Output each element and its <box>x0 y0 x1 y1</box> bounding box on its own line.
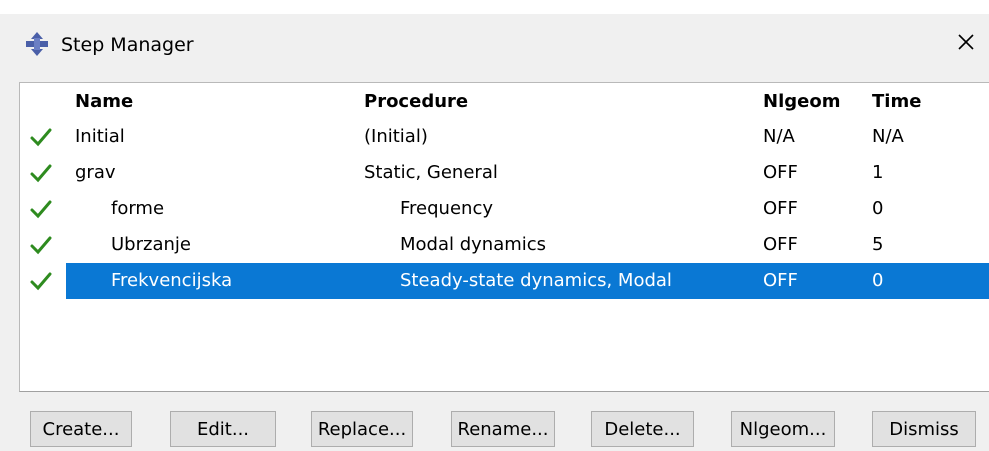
step-nlgeom: OFF <box>763 198 798 219</box>
create-button[interactable]: Create... <box>30 411 132 447</box>
step-name: Initial <box>75 126 125 147</box>
step-time: 1 <box>872 162 884 183</box>
close-icon <box>957 33 975 55</box>
step-name: grav <box>75 162 116 183</box>
check-icon <box>28 124 54 150</box>
step-manager-icon <box>24 31 50 57</box>
delete-button[interactable]: Delete... <box>591 411 694 447</box>
check-icon <box>28 196 54 222</box>
nlgeom-button[interactable]: Nlgeom... <box>731 411 835 447</box>
table-row[interactable]: Initial (Initial) N/A N/A <box>20 119 989 155</box>
step-time: 5 <box>872 234 884 255</box>
table-row-selected[interactable]: Frekvencijska Steady-state dynamics, Mod… <box>20 263 989 299</box>
column-header-nlgeom[interactable]: Nlgeom <box>763 90 840 114</box>
column-header-time[interactable]: Time <box>872 90 921 114</box>
close-button[interactable] <box>948 26 984 62</box>
table-header: Name Procedure Nlgeom Time <box>20 83 989 119</box>
check-icon <box>28 232 54 258</box>
check-icon <box>28 160 54 186</box>
rename-button[interactable]: Rename... <box>451 411 555 447</box>
step-nlgeom: OFF <box>763 234 798 255</box>
table-row[interactable]: grav Static, General OFF 1 <box>20 155 989 191</box>
top-strip <box>0 0 989 14</box>
edit-button[interactable]: Edit... <box>170 411 276 447</box>
step-manager-dialog: Step Manager Name Procedure Nlgeom Time … <box>0 14 989 451</box>
step-procedure: Steady-state dynamics, Modal <box>400 270 672 291</box>
step-time: 0 <box>872 198 884 219</box>
table-row[interactable]: Ubrzanje Modal dynamics OFF 5 <box>20 227 989 263</box>
column-header-name[interactable]: Name <box>75 90 133 114</box>
step-procedure: Static, General <box>364 162 498 183</box>
table-row[interactable]: forme Frequency OFF 0 <box>20 191 989 227</box>
step-nlgeom: OFF <box>763 162 798 183</box>
steps-table: Name Procedure Nlgeom Time Initial (Init… <box>19 82 989 392</box>
step-nlgeom: OFF <box>763 270 798 291</box>
step-time: N/A <box>872 126 904 147</box>
check-icon <box>28 268 54 294</box>
replace-button[interactable]: Replace... <box>311 411 413 447</box>
column-header-procedure[interactable]: Procedure <box>364 90 468 114</box>
dismiss-button[interactable]: Dismiss <box>872 411 976 447</box>
step-procedure: (Initial) <box>364 126 428 147</box>
step-time: 0 <box>872 270 884 291</box>
step-name: forme <box>111 198 165 219</box>
step-procedure: Frequency <box>400 198 493 219</box>
step-name: Ubrzanje <box>111 234 191 255</box>
step-procedure: Modal dynamics <box>400 234 547 255</box>
step-nlgeom: N/A <box>763 126 795 147</box>
title-bar: Step Manager <box>0 14 989 74</box>
window-title: Step Manager <box>61 34 194 56</box>
step-name: Frekvencijska <box>111 270 233 291</box>
